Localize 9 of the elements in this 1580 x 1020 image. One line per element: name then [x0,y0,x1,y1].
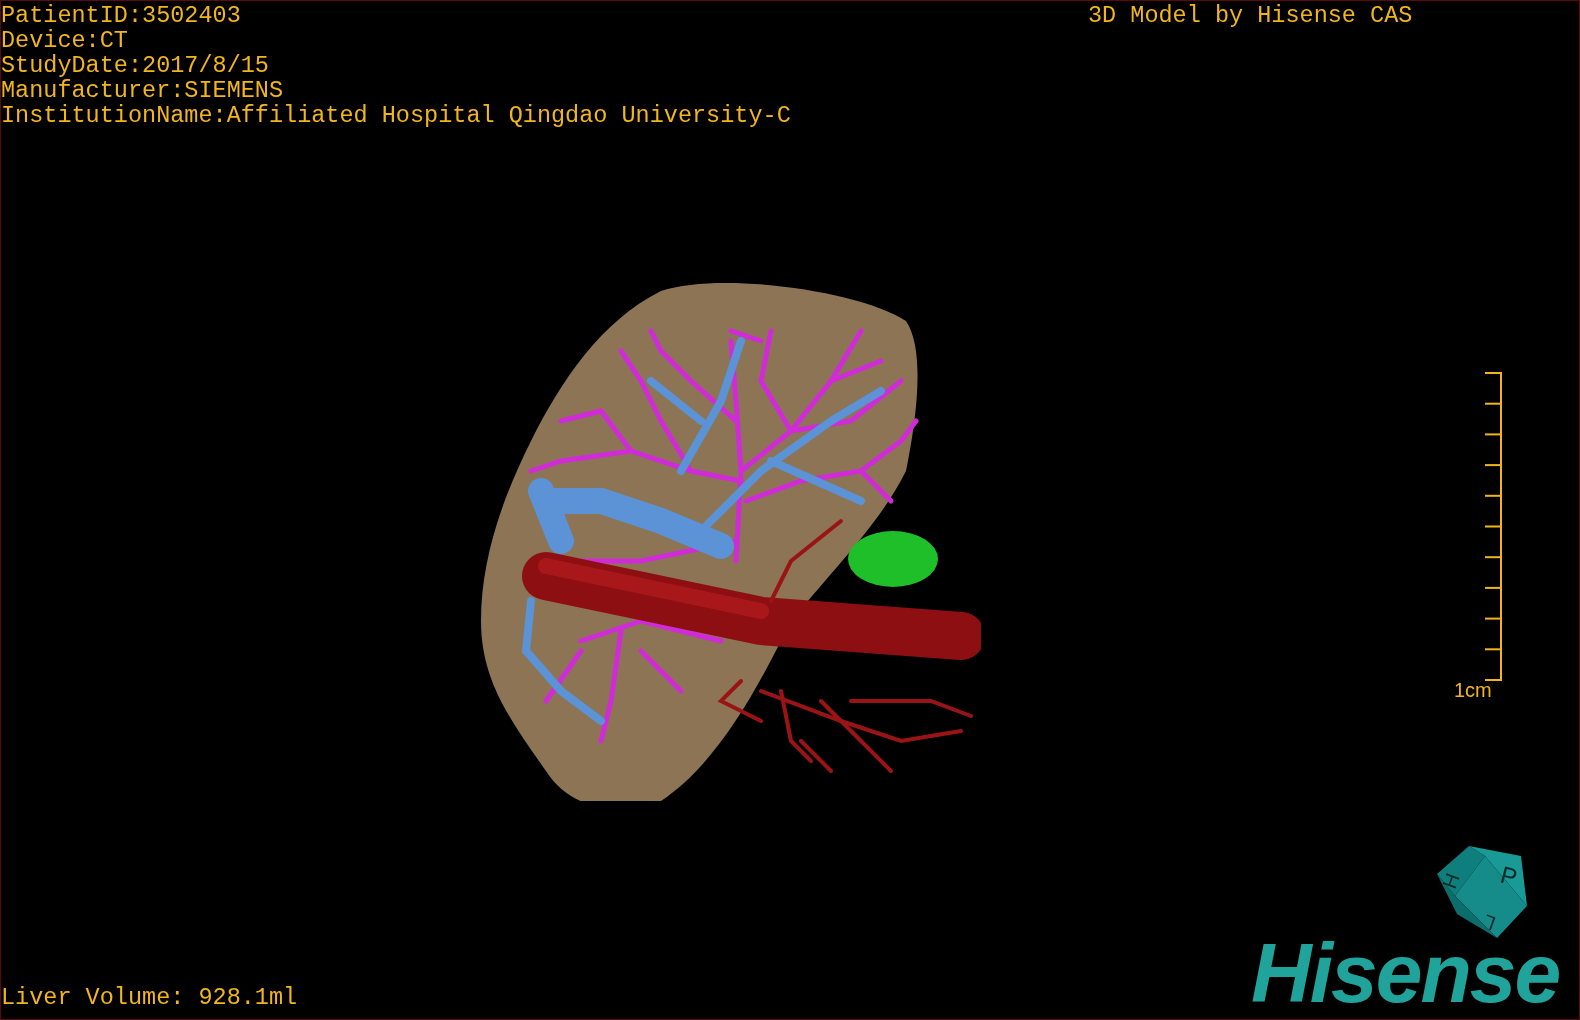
patient-info-text: PatientID:3502403 [1,3,242,28]
patient-info-text: InstitutionName:Affiliated Hospital Qingdao University-C [1,103,791,128]
scale-label: 1cm [1454,679,1492,701]
patient-info-text: Manufacturer:SIEMENS [1,78,285,103]
patient-info-text: Device:CT [1,28,129,53]
patient-info-text: StudyDate:2017/8/15 [1,53,270,78]
credit-text: 3D Model by Hisense CAS [1088,3,1413,28]
scale-bar-icon [1485,372,1503,681]
liver-volume-text: Liver Volume: 928.1ml [1,985,298,1010]
